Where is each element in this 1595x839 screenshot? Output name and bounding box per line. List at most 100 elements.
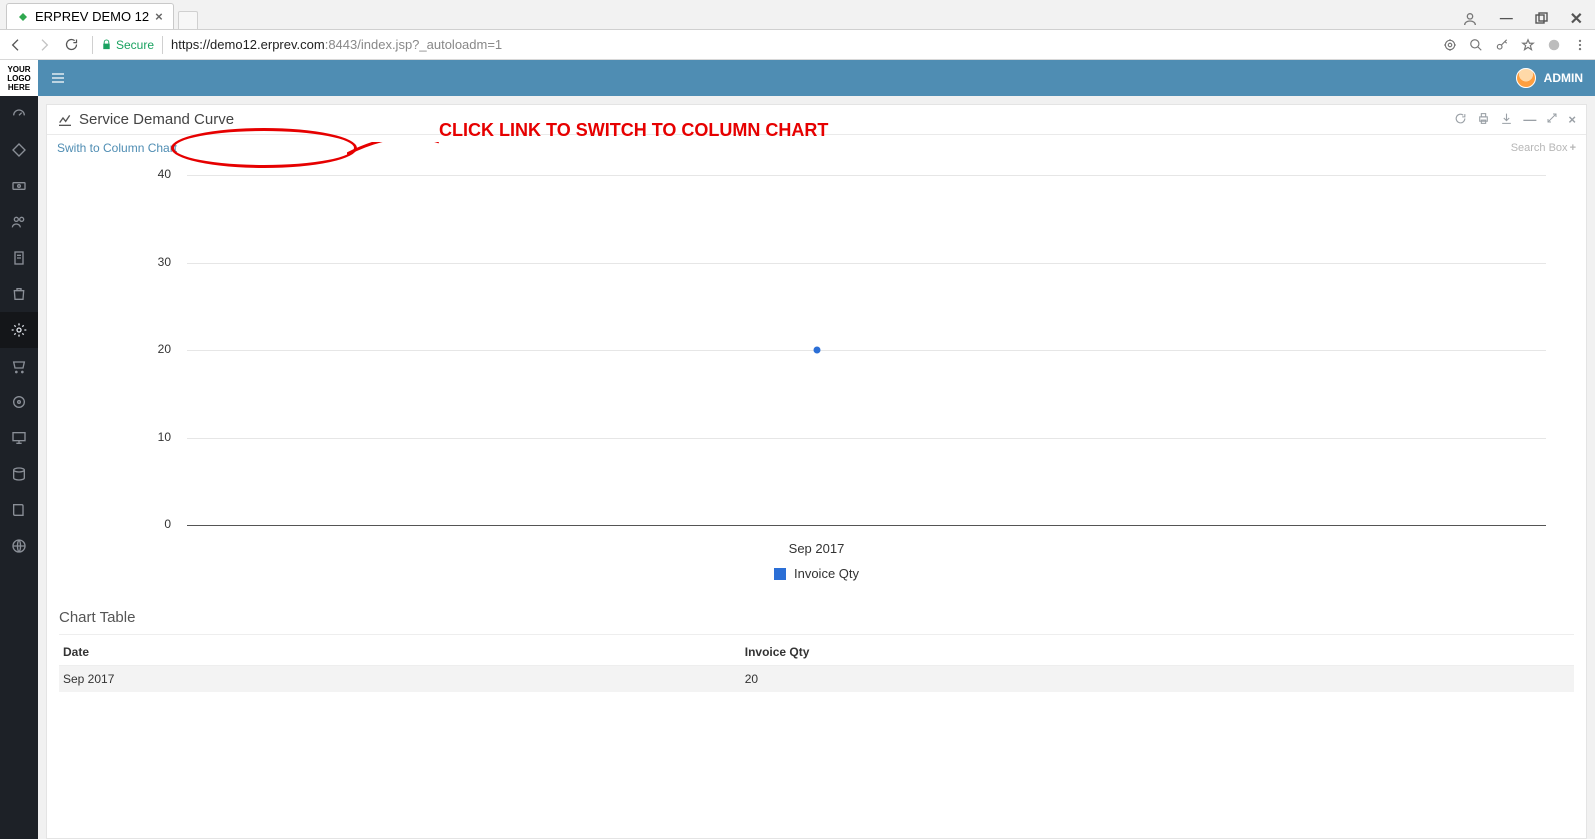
- sidebar-item-database[interactable]: [0, 456, 38, 492]
- plus-icon: +: [1570, 142, 1576, 154]
- sidebar: YOUR LOGO HERE: [0, 60, 38, 839]
- key-icon[interactable]: [1495, 38, 1509, 52]
- monitor-icon: [11, 430, 27, 446]
- location-icon[interactable]: [1443, 38, 1457, 52]
- sidebar-item-storage[interactable]: [0, 384, 38, 420]
- bookmark-star-icon[interactable]: [1521, 38, 1535, 52]
- browser-tab-title: ERPREV DEMO 12: [35, 9, 149, 24]
- reload-button-icon[interactable]: [64, 37, 84, 52]
- url-path: /index.jsp?_autoloadm=1: [357, 37, 502, 52]
- maximize-window-icon[interactable]: [1535, 12, 1548, 25]
- avatar[interactable]: [1516, 68, 1536, 88]
- y-tick-label: 30: [158, 255, 171, 269]
- menu-toggle-icon[interactable]: [50, 70, 66, 86]
- legend-label: Invoice Qty: [794, 566, 859, 581]
- y-tick-label: 20: [158, 342, 171, 356]
- minimize-window-icon[interactable]: ─: [1500, 8, 1513, 29]
- sidebar-item-globe[interactable]: [0, 528, 38, 564]
- sidebar-item-dashboard[interactable]: [0, 96, 38, 132]
- document-icon: [11, 250, 27, 266]
- data-point: [813, 347, 820, 354]
- disc-icon: [11, 394, 27, 410]
- chart-table: Date Invoice Qty Sep 2017 20: [59, 639, 1574, 692]
- sidebar-item-users[interactable]: [0, 204, 38, 240]
- table-header: Invoice Qty: [741, 639, 1574, 666]
- sidebar-item-desktop[interactable]: [0, 420, 38, 456]
- zoom-icon[interactable]: [1469, 38, 1483, 52]
- new-tab-button[interactable]: [178, 11, 198, 29]
- panel: Service Demand Curve — × Swith to Column…: [46, 104, 1587, 839]
- gridline: [187, 438, 1546, 439]
- chart-table-section: Chart Table Date Invoice Qty Sep 2017 20: [47, 595, 1586, 700]
- gauge-icon: [11, 106, 27, 122]
- table-cell: 20: [741, 666, 1574, 693]
- browser-tab[interactable]: ERPREV DEMO 12 ×: [6, 3, 174, 29]
- account-icon[interactable]: [1462, 11, 1478, 27]
- panel-tools: — ×: [1454, 112, 1576, 127]
- chart-area: 0 10 20 30 40 Sep 2017 Invoice Qty: [47, 157, 1586, 595]
- download-icon[interactable]: [1500, 112, 1513, 127]
- search-box-toggle[interactable]: Search Box +: [1511, 142, 1576, 154]
- table-header: Date: [59, 639, 741, 666]
- logo-text: YOUR LOGO HERE: [0, 65, 38, 92]
- sidebar-item-tag[interactable]: [0, 132, 38, 168]
- window-controls: ─ ✕: [1462, 8, 1595, 29]
- url-port: :8443: [325, 37, 358, 52]
- secure-label: Secure: [116, 38, 154, 52]
- back-button-icon[interactable]: [8, 37, 28, 53]
- app-favicon-icon: [17, 11, 29, 23]
- refresh-icon[interactable]: [1454, 112, 1467, 127]
- panel-header: Service Demand Curve — ×: [47, 105, 1586, 135]
- chart-canvas: 0 10 20 30 40: [87, 165, 1546, 535]
- print-icon[interactable]: [1477, 112, 1490, 127]
- cart-icon: [11, 358, 27, 374]
- legend-swatch: [774, 568, 786, 580]
- line-chart-icon: [57, 112, 73, 128]
- url-host: https://demo12.erprev.com: [171, 37, 325, 52]
- y-tick-label: 10: [158, 430, 171, 444]
- close-window-icon[interactable]: ✕: [1570, 9, 1583, 29]
- close-panel-icon[interactable]: ×: [1568, 112, 1576, 127]
- sidebar-item-cart[interactable]: [0, 348, 38, 384]
- sidebar-item-settings[interactable]: [0, 312, 38, 348]
- x-axis-line: [187, 525, 1546, 526]
- x-axis-label: Sep 2017: [87, 535, 1546, 556]
- gridline: [187, 263, 1546, 264]
- panel-title: Service Demand Curve: [79, 111, 234, 128]
- gridline: [187, 175, 1546, 176]
- logo[interactable]: YOUR LOGO HERE: [0, 60, 38, 96]
- close-tab-icon[interactable]: ×: [155, 9, 163, 24]
- search-box-label: Search Box: [1511, 142, 1568, 154]
- table-row: Sep 2017 20: [59, 666, 1574, 693]
- divider: [92, 36, 93, 54]
- secure-indicator[interactable]: Secure: [101, 38, 154, 52]
- gear-icon: [11, 322, 27, 338]
- money-icon: [11, 178, 27, 194]
- forward-button-icon: [36, 37, 56, 53]
- url-display[interactable]: https://demo12.erprev.com:8443/index.jsp…: [171, 37, 502, 52]
- chart-table-title: Chart Table: [59, 605, 1574, 635]
- sidebar-item-billing[interactable]: [0, 168, 38, 204]
- users-icon: [11, 214, 27, 230]
- y-tick-label: 40: [158, 167, 171, 181]
- topbar: ADMIN: [38, 60, 1595, 96]
- menu-dots-icon[interactable]: [1573, 38, 1587, 52]
- globe-icon: [11, 538, 27, 554]
- y-tick-label: 0: [164, 517, 171, 531]
- sidebar-item-trash[interactable]: [0, 276, 38, 312]
- trash-icon: [11, 286, 27, 302]
- browser-tab-bar: ERPREV DEMO 12 × ─ ✕: [0, 0, 1595, 30]
- tag-icon: [11, 142, 27, 158]
- expand-icon[interactable]: [1546, 112, 1558, 127]
- chart-legend: Invoice Qty: [87, 556, 1546, 587]
- database-icon: [11, 466, 27, 482]
- extension-icon[interactable]: [1547, 38, 1561, 52]
- sidebar-item-book[interactable]: [0, 492, 38, 528]
- sidebar-item-docs[interactable]: [0, 240, 38, 276]
- collapse-icon[interactable]: —: [1523, 112, 1536, 127]
- browser-address-bar: Secure https://demo12.erprev.com:8443/in…: [0, 30, 1595, 60]
- toolbar-row: Swith to Column Chart CLICK LINK TO SWIT…: [47, 135, 1586, 157]
- book-icon: [11, 502, 27, 518]
- user-label[interactable]: ADMIN: [1544, 71, 1583, 85]
- switch-chart-link[interactable]: Swith to Column Chart: [57, 141, 177, 155]
